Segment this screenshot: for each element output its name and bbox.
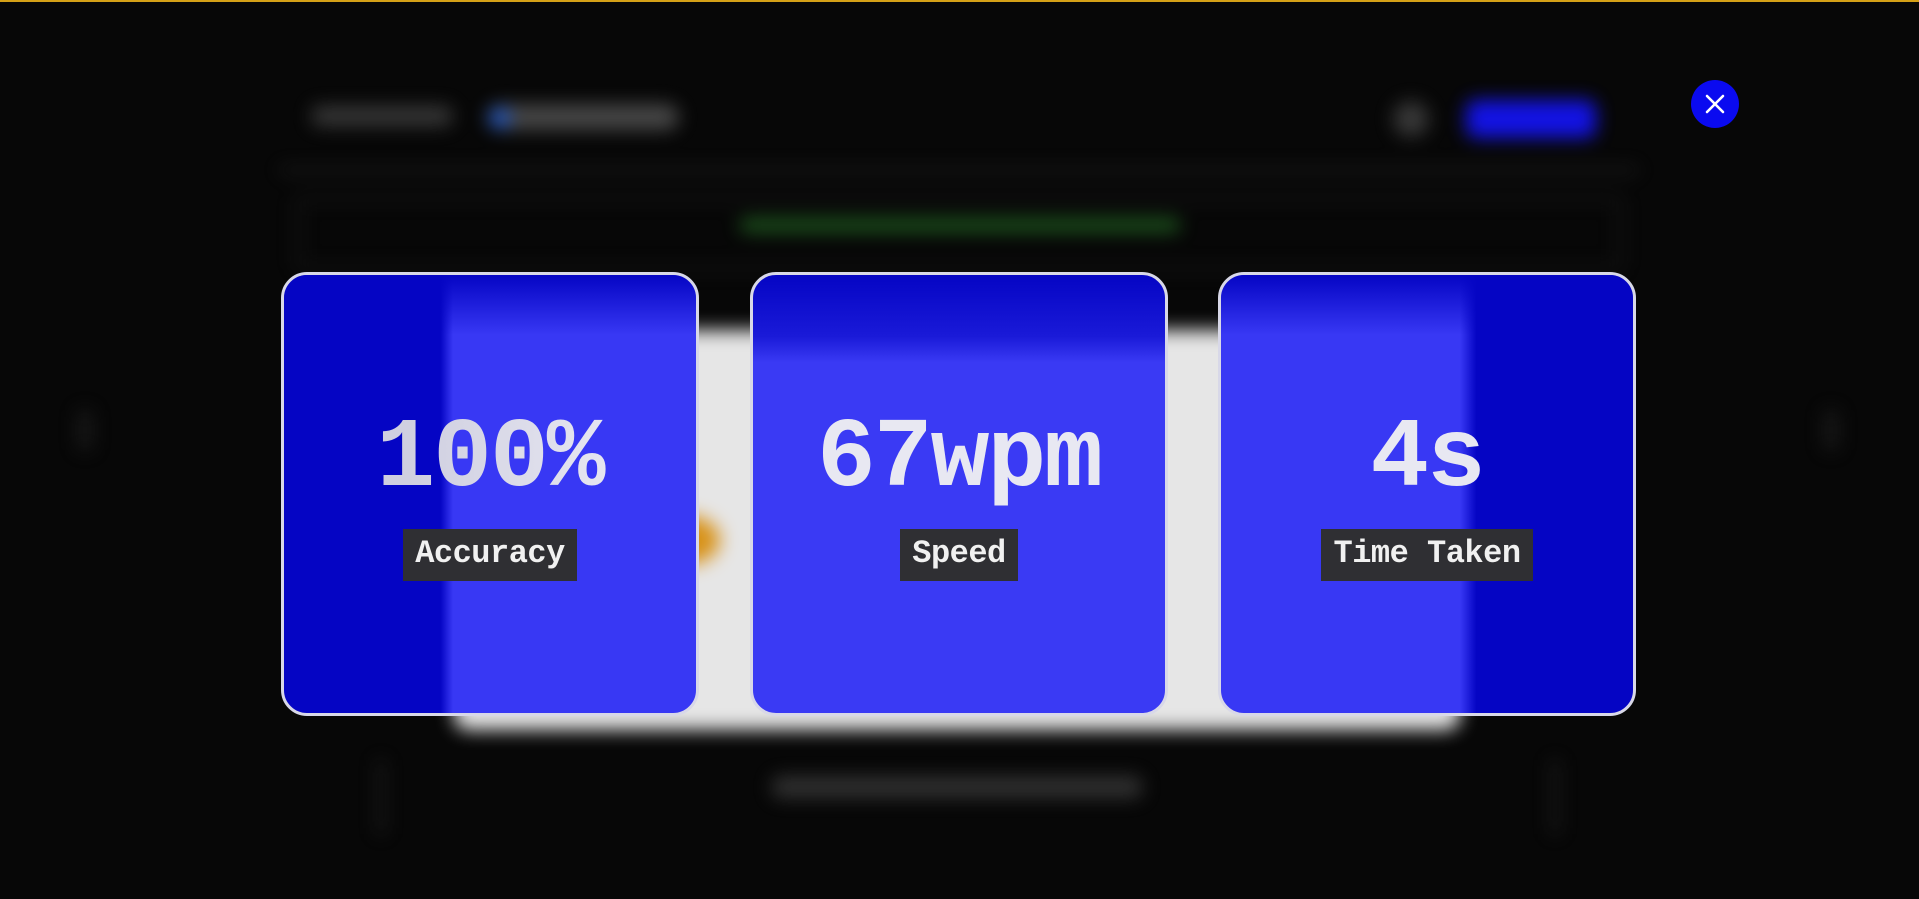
bg-side-arrow-left: [78, 410, 92, 450]
bg-toggle-knob: [490, 108, 510, 128]
speed-label: Speed: [900, 529, 1018, 581]
time-taken-card: 4s Time Taken: [1218, 272, 1636, 716]
bg-divider: [280, 168, 1638, 172]
bg-banner-text: [740, 218, 1180, 232]
accuracy-value: 100%: [284, 411, 696, 509]
time-taken-label: Time Taken: [1321, 529, 1533, 581]
bg-circle-button: [1393, 101, 1429, 137]
bg-bottom-text: [772, 776, 1142, 798]
bg-primary-button: [1466, 100, 1596, 138]
close-button[interactable]: [1691, 80, 1739, 128]
bg-logo-text: [312, 106, 452, 126]
bg-side-arrow-right: [1824, 410, 1838, 450]
close-icon: [1705, 94, 1725, 114]
accuracy-label: Accuracy: [403, 529, 577, 581]
time-taken-value: 4s: [1370, 404, 1486, 515]
accuracy-card: 100% Accuracy: [281, 272, 699, 716]
bg-banner: [296, 196, 1622, 270]
results-overlay-page: 100% Accuracy 67wpm Speed 4s Time Taken: [0, 0, 1919, 899]
speed-value: 67wpm: [816, 404, 1103, 515]
bg-toggle: [487, 104, 679, 130]
speed-card: 67wpm Speed: [750, 272, 1168, 716]
